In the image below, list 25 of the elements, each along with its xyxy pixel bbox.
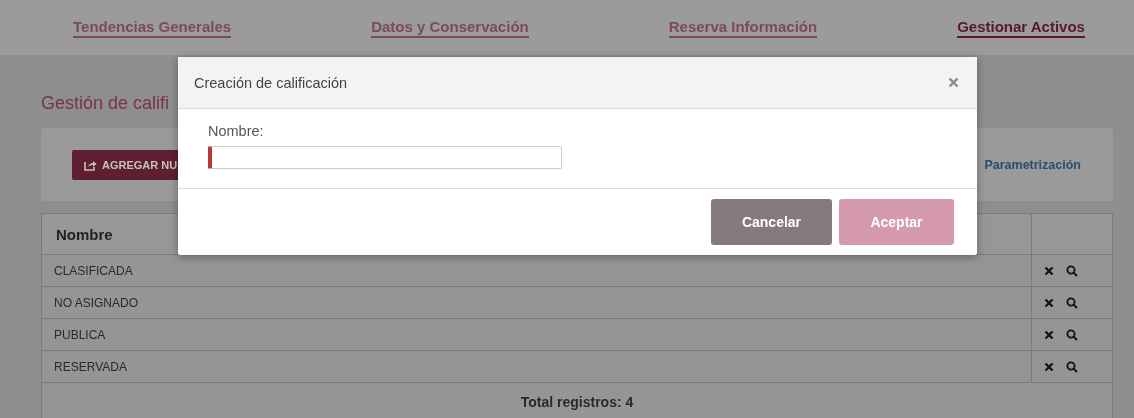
- close-icon[interactable]: [948, 77, 959, 88]
- cancel-button[interactable]: Cancelar: [711, 199, 832, 245]
- nav-link[interactable]: Reserva Información: [668, 17, 818, 38]
- nav-link[interactable]: Tendencias Generales: [73, 17, 232, 38]
- search-icon[interactable]: [1066, 264, 1078, 277]
- nav-link[interactable]: Datos y Conservación: [371, 17, 529, 38]
- delete-icon[interactable]: [1044, 265, 1054, 276]
- table-cell: RESERVADA: [41, 350, 1032, 383]
- nav-link[interactable]: Gestionar Activos: [957, 17, 1085, 38]
- table-cell: PUBLICA: [41, 318, 1032, 351]
- page-title: Gestión de califi: [41, 93, 170, 114]
- table-cell: CLASIFICADA: [41, 254, 1032, 287]
- share-icon: [84, 158, 97, 171]
- name-input[interactable]: [208, 146, 562, 169]
- table-footer: Total registros: 4: [41, 382, 1113, 418]
- field-label: Nombre:: [208, 123, 265, 139]
- delete-icon[interactable]: [1044, 361, 1054, 372]
- search-icon[interactable]: [1066, 296, 1078, 309]
- search-icon[interactable]: [1066, 360, 1078, 373]
- delete-icon[interactable]: [1044, 297, 1054, 308]
- modal-title: Creación de calificación: [194, 74, 348, 91]
- delete-icon[interactable]: [1044, 329, 1054, 340]
- search-icon[interactable]: [1066, 328, 1078, 341]
- parametrization-link[interactable]: Parametrización: [984, 157, 1081, 172]
- table-cell: NO ASIGNADO: [41, 286, 1032, 319]
